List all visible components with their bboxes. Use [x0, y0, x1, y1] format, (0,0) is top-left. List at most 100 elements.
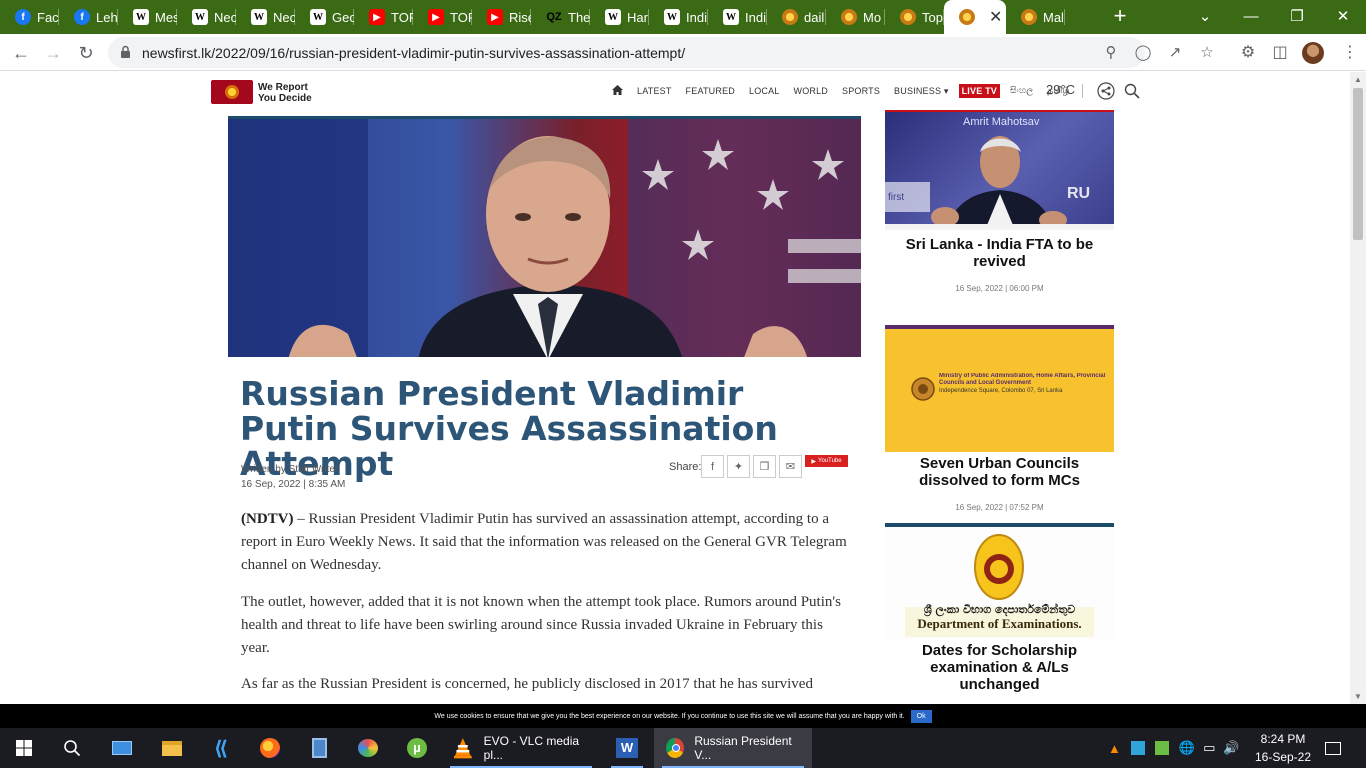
browser-tab[interactable]: ▶ TOF: [413, 0, 472, 34]
tagline-line-2: You Decide: [258, 93, 312, 104]
vlc-tray-icon[interactable]: ▲: [1108, 741, 1121, 756]
sidebar-news-card[interactable]: Ministry of Public Administration, Home …: [885, 325, 1114, 512]
newsfirst-icon: [1021, 9, 1037, 25]
browser-tab[interactable]: W Indi: [708, 0, 767, 34]
reload-icon[interactable]: ↻: [73, 40, 99, 66]
volume-icon[interactable]: 🔊: [1223, 740, 1239, 756]
calculator-icon[interactable]: [295, 728, 343, 768]
new-tab-button[interactable]: +: [1108, 4, 1132, 30]
windows-logo-icon: [16, 740, 32, 756]
scroll-down-arrow-icon[interactable]: ▼: [1354, 692, 1362, 701]
browser-tab[interactable]: QZ The: [531, 0, 590, 34]
browser-tab[interactable]: Mal: [1006, 0, 1065, 34]
nav-featured[interactable]: FEATURED: [686, 86, 735, 96]
browser-tab[interactable]: W Neo: [236, 0, 295, 34]
nav-business[interactable]: BUSINESS ▾: [894, 86, 949, 97]
twitter-share-icon[interactable]: ✦: [727, 455, 750, 478]
youtube-subscribe-button[interactable]: ▶ YouTube: [805, 455, 848, 467]
maximize-button[interactable]: ❐: [1274, 0, 1320, 32]
web-page: We Report You Decide LATEST FEATURED LOC…: [0, 72, 1350, 704]
nav-world[interactable]: WORLD: [794, 86, 829, 96]
browser-tab[interactable]: ▶ TOF: [354, 0, 413, 34]
tab-search-button[interactable]: ⌄: [1182, 0, 1228, 32]
close-tab-icon[interactable]: ✕: [989, 7, 1002, 27]
youtube-icon: ▶: [487, 9, 503, 25]
tab-label: TOF: [450, 9, 472, 25]
browser-tab[interactable]: ▶ Rise: [472, 0, 531, 34]
browser-tab[interactable]: Mo: [826, 0, 885, 34]
minimize-button[interactable]: —: [1228, 0, 1274, 32]
cookie-text: We use cookies to ensure that we give yo…: [434, 712, 905, 720]
copy-link-icon[interactable]: ❐: [753, 455, 776, 478]
browser-tab[interactable]: f Face: [0, 0, 59, 34]
file-explorer-icon[interactable]: [148, 728, 196, 768]
system-clock[interactable]: 8:24 PM 16-Sep-22: [1254, 730, 1312, 766]
cookie-ok-button[interactable]: Ok: [910, 709, 932, 723]
vlc-window-title: EVO - VLC media pl...: [483, 734, 580, 762]
browser-tab[interactable]: Top: [885, 0, 944, 34]
sidebar-card-date: 16 Sep, 2022 | 07:52 PM: [955, 503, 1044, 512]
tab-active[interactable]: ✕: [944, 0, 1006, 34]
nav-local[interactable]: LOCAL: [749, 86, 780, 96]
notification-center-icon[interactable]: [1318, 728, 1348, 768]
nav-latest[interactable]: LATEST: [637, 86, 672, 96]
sidebar-card-title[interactable]: Sri Lanka - India FTA to be revived: [885, 236, 1114, 270]
email-share-icon[interactable]: ✉: [779, 455, 802, 478]
back-arrow-icon[interactable]: ←: [8, 40, 34, 66]
close-window-button[interactable]: ✕: [1320, 0, 1366, 32]
forward-arrow-icon[interactable]: →: [40, 40, 66, 66]
nav-home[interactable]: [612, 85, 623, 97]
battery-icon[interactable]: ▭: [1203, 740, 1215, 756]
chrome-taskbar-button[interactable]: Russian President V...: [654, 728, 812, 768]
side-panel-icon[interactable]: ◫: [1270, 43, 1290, 63]
eye-off-icon[interactable]: ◯: [1134, 44, 1152, 62]
browser-tab[interactable]: W Geo: [295, 0, 354, 34]
profile-avatar[interactable]: [1302, 42, 1324, 64]
utorrent-tray-icon[interactable]: [1154, 741, 1169, 755]
header-divider: [1082, 84, 1083, 98]
share-icon[interactable]: ↗: [1166, 44, 1184, 62]
browser-tab[interactable]: W Mes: [118, 0, 177, 34]
page-scrollbar[interactable]: ▲ ▼: [1350, 72, 1366, 704]
share-network-icon[interactable]: [1097, 82, 1115, 100]
nav-sports[interactable]: SPORTS: [842, 86, 880, 96]
chrome-window-title: Russian President V...: [694, 734, 792, 762]
vlc-taskbar-button[interactable]: EVO - VLC media pl...: [442, 728, 600, 768]
computer-app-icon[interactable]: [98, 728, 146, 768]
sidebar-card-title[interactable]: Seven Urban Councils dissolved to form M…: [885, 455, 1114, 489]
tab-label: Mes: [155, 9, 177, 25]
taskbar-search-icon[interactable]: [48, 728, 96, 768]
vscode-icon[interactable]: ⟪: [197, 728, 245, 768]
network-app-tray-icon[interactable]: [1130, 741, 1145, 755]
newsfirst-logo[interactable]: [211, 80, 253, 104]
scrollbar-thumb[interactable]: [1353, 88, 1363, 240]
sidebar-news-card[interactable]: ශ්‍රී ලංකා විභාග දෙපාර්තමේන්තුව Departme…: [885, 523, 1114, 693]
browser-tab[interactable]: f Leh: [59, 0, 118, 34]
menu-kebab-icon[interactable]: ⋮: [1340, 43, 1360, 63]
browser-tab[interactable]: W Neo: [177, 0, 236, 34]
globe-language-icon[interactable]: 🌐: [1179, 740, 1195, 756]
zoom-icon[interactable]: ⚲: [1102, 44, 1120, 62]
browser-tab[interactable]: W Indi: [649, 0, 708, 34]
word-icon[interactable]: W: [603, 728, 651, 768]
search-icon[interactable]: [1123, 82, 1141, 100]
extensions-puzzle-icon[interactable]: ⚙: [1238, 43, 1258, 63]
utorrent-icon[interactable]: µ: [393, 728, 441, 768]
tab-label: Rise: [509, 9, 531, 25]
scroll-up-arrow-icon[interactable]: ▲: [1354, 75, 1362, 84]
facebook-share-icon[interactable]: f: [701, 455, 724, 478]
browser-tab[interactable]: dail: [767, 0, 826, 34]
address-bar[interactable]: newsfirst.lk/2022/09/16/russian-presiden…: [108, 37, 1214, 68]
youtube-icon: ▶: [369, 9, 385, 25]
start-button[interactable]: [0, 728, 48, 768]
paint-icon[interactable]: [344, 728, 392, 768]
bookmark-star-icon[interactable]: ☆: [1198, 44, 1216, 62]
nav-sinhala[interactable]: සිංහල: [1010, 86, 1033, 96]
youtube-label: YouTube: [818, 458, 842, 464]
browser-tab[interactable]: W Har: [590, 0, 649, 34]
firefox-icon[interactable]: [246, 728, 294, 768]
sidebar-card-title[interactable]: Dates for Scholarship examination & A/Ls…: [885, 642, 1114, 693]
sidebar-news-card[interactable]: Amrit Mahotsav first RU Sri Lanka - Indi…: [885, 110, 1114, 293]
live-tv-button[interactable]: LIVE TV: [958, 84, 1000, 98]
site-tagline: We Report You Decide: [258, 82, 312, 104]
